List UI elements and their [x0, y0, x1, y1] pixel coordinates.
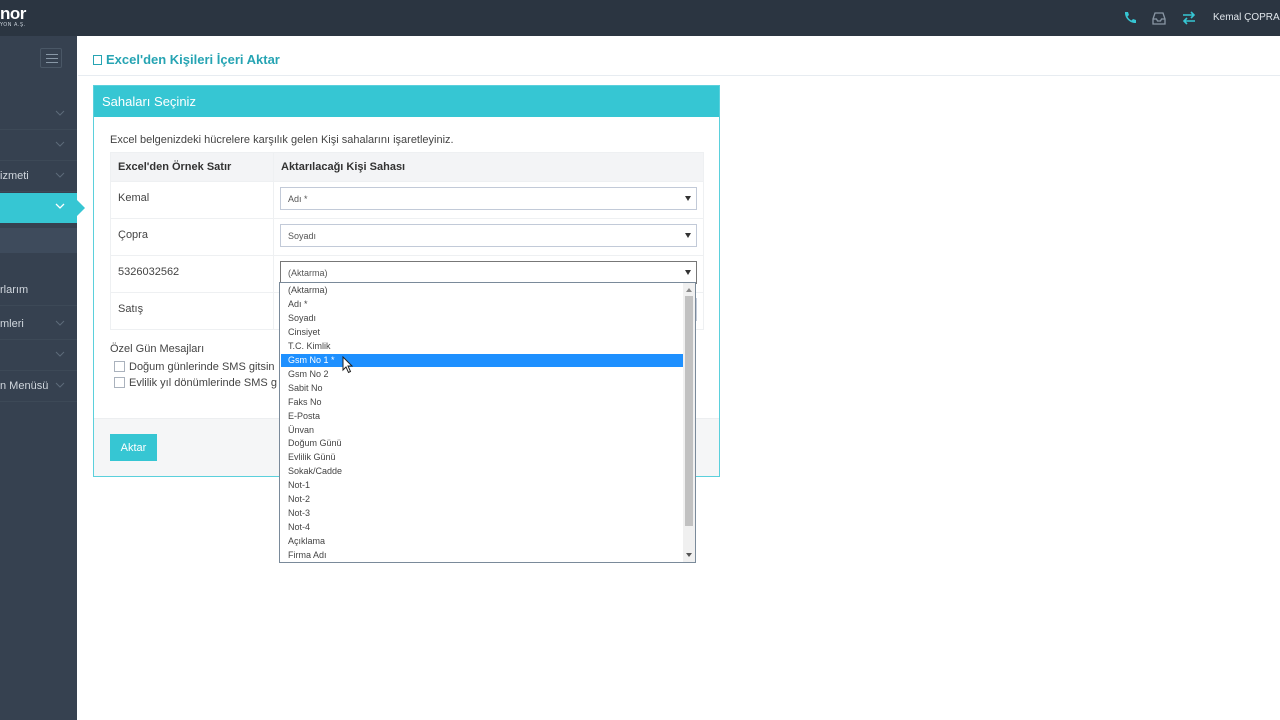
dropdown-option[interactable]: Faks No: [281, 396, 683, 409]
scroll-up-icon[interactable]: [686, 288, 692, 292]
field-cell: Soyadı: [273, 218, 704, 256]
anniversary-sms-checkbox[interactable]: [114, 377, 125, 388]
chevron-down-icon: [55, 351, 65, 357]
field-dropdown-list[interactable]: (Aktarma) Adı * Soyadı Cinsiyet T.C. Kimlik G…: [279, 282, 696, 563]
sidebar-item-9[interactable]: n Menüsü: [0, 372, 77, 402]
dropdown-option[interactable]: T.C. Kimlik: [281, 340, 683, 353]
sample-value: Satış: [110, 292, 274, 330]
dropdown-option[interactable]: Sabit No: [281, 382, 683, 395]
dropdown-option[interactable]: Cinsiyet: [281, 326, 683, 339]
field-select[interactable]: Adı *: [280, 187, 697, 210]
sidebar-item-8[interactable]: [0, 341, 77, 371]
dropdown-option[interactable]: Adı *: [281, 298, 683, 311]
sidebar-item-7[interactable]: mleri: [0, 310, 77, 340]
special-days-label: Özel Gün Mesajları: [110, 343, 205, 355]
logo: nor: [0, 4, 26, 23]
file-excel-icon: [93, 55, 102, 65]
chevron-down-icon: [55, 382, 65, 388]
chevron-down-icon: [55, 320, 65, 326]
mouse-cursor-icon: [342, 356, 354, 374]
scrollbar-thumb[interactable]: [685, 296, 693, 526]
column-header: Aktarılacağı Kişi Sahası: [273, 152, 704, 182]
divider: [78, 75, 1280, 76]
sidebar-item-label: mleri: [0, 318, 24, 330]
dropdown-option[interactable]: Soyadı: [281, 312, 683, 325]
chevron-down-icon: [55, 172, 65, 178]
sidebar-item-active[interactable]: [0, 193, 85, 223]
sample-value: Kemal: [110, 181, 274, 219]
field-cell: Adı *: [273, 181, 704, 219]
sidebar-subitem[interactable]: [0, 228, 77, 253]
phone-icon[interactable]: [1122, 10, 1138, 26]
table-header-row: Excel'den Örnek Satır Aktarılacağı Kişi …: [110, 152, 704, 182]
caret-down-icon: [685, 196, 691, 201]
sidebar: izmeti rlarım mleri n Menüsü: [0, 36, 85, 720]
dropdown-option[interactable]: Not-4: [281, 521, 683, 534]
dropdown-option[interactable]: Firma Adı: [281, 549, 683, 562]
checkbox-label: Evlilik yıl dönümlerinde SMS g: [129, 377, 277, 389]
dropdown-option[interactable]: Ünvan: [281, 424, 683, 437]
field-select-open[interactable]: (Aktarma): [280, 261, 697, 284]
dropdown-option[interactable]: (Aktarma): [281, 284, 683, 297]
menu-toggle-button[interactable]: [40, 48, 62, 68]
dropdown-option[interactable]: Evlilik Günü: [281, 451, 683, 464]
caret-down-icon: [685, 270, 691, 275]
birthday-sms-checkbox[interactable]: [114, 361, 125, 372]
sidebar-item-label: rlarım: [0, 284, 29, 296]
sidebar-item-2[interactable]: [0, 131, 77, 161]
page-title: Excel'den Kişileri İçeri Aktar: [93, 52, 280, 67]
dropdown-option[interactable]: Not-1: [281, 479, 683, 492]
dropdown-option[interactable]: E-Posta: [281, 410, 683, 423]
sidebar-item-1[interactable]: [0, 100, 77, 130]
dropdown-option[interactable]: Açıklama: [281, 535, 683, 548]
logo-subtitle: YON A.Ş.: [0, 22, 26, 28]
select-value: Soyadı: [288, 231, 317, 241]
chevron-down-icon: [55, 203, 65, 209]
user-name[interactable]: Kemal ÇOPRA (: [1213, 12, 1280, 23]
transfer-icon[interactable]: [1181, 10, 1197, 26]
chevron-down-icon: [55, 141, 65, 147]
dropdown-option[interactable]: Sokak/Cadde: [281, 465, 683, 478]
table-row: Kemal Adı *: [110, 181, 704, 219]
scroll-down-icon[interactable]: [686, 553, 692, 557]
dropdown-option[interactable]: Doğum Günü: [281, 437, 683, 450]
caret-down-icon: [685, 233, 691, 238]
sidebar-item-label: izmeti: [0, 170, 29, 182]
instructions-text: Excel belgenizdeki hücrelere karşılık ge…: [110, 134, 454, 146]
anniversary-sms-option[interactable]: Evlilik yıl dönümlerinde SMS g: [114, 377, 277, 389]
chevron-down-icon: [55, 110, 65, 116]
dropdown-option[interactable]: Not-2: [281, 493, 683, 506]
sidebar-item-6[interactable]: rlarım: [0, 276, 77, 306]
panel-header: Sahaları Seçiniz: [94, 86, 719, 117]
panel-title: Sahaları Seçiniz: [102, 94, 196, 109]
page-title-text: Excel'den Kişileri İçeri Aktar: [106, 52, 280, 67]
dropdown-option[interactable]: Not-3: [281, 507, 683, 520]
sidebar-item-3[interactable]: izmeti: [0, 162, 77, 192]
select-value: Adı *: [288, 194, 308, 204]
sample-value: Çopra: [110, 218, 274, 256]
import-button[interactable]: Aktar: [110, 434, 157, 461]
birthday-sms-option[interactable]: Doğum günlerinde SMS gitsin: [114, 361, 275, 373]
top-bar: nor YON A.Ş. Kemal ÇOPRA (: [0, 0, 1280, 36]
sidebar-item-label: n Menüsü: [0, 380, 49, 392]
field-select[interactable]: Soyadı: [280, 224, 697, 247]
sample-value: 5326032562: [110, 255, 274, 293]
select-value: (Aktarma): [288, 268, 328, 278]
column-header: Excel'den Örnek Satır: [110, 152, 274, 182]
table-row: Çopra Soyadı: [110, 218, 704, 256]
inbox-icon[interactable]: [1151, 10, 1167, 26]
dropdown-scrollbar[interactable]: [683, 283, 695, 562]
checkbox-label: Doğum günlerinde SMS gitsin: [129, 361, 275, 373]
